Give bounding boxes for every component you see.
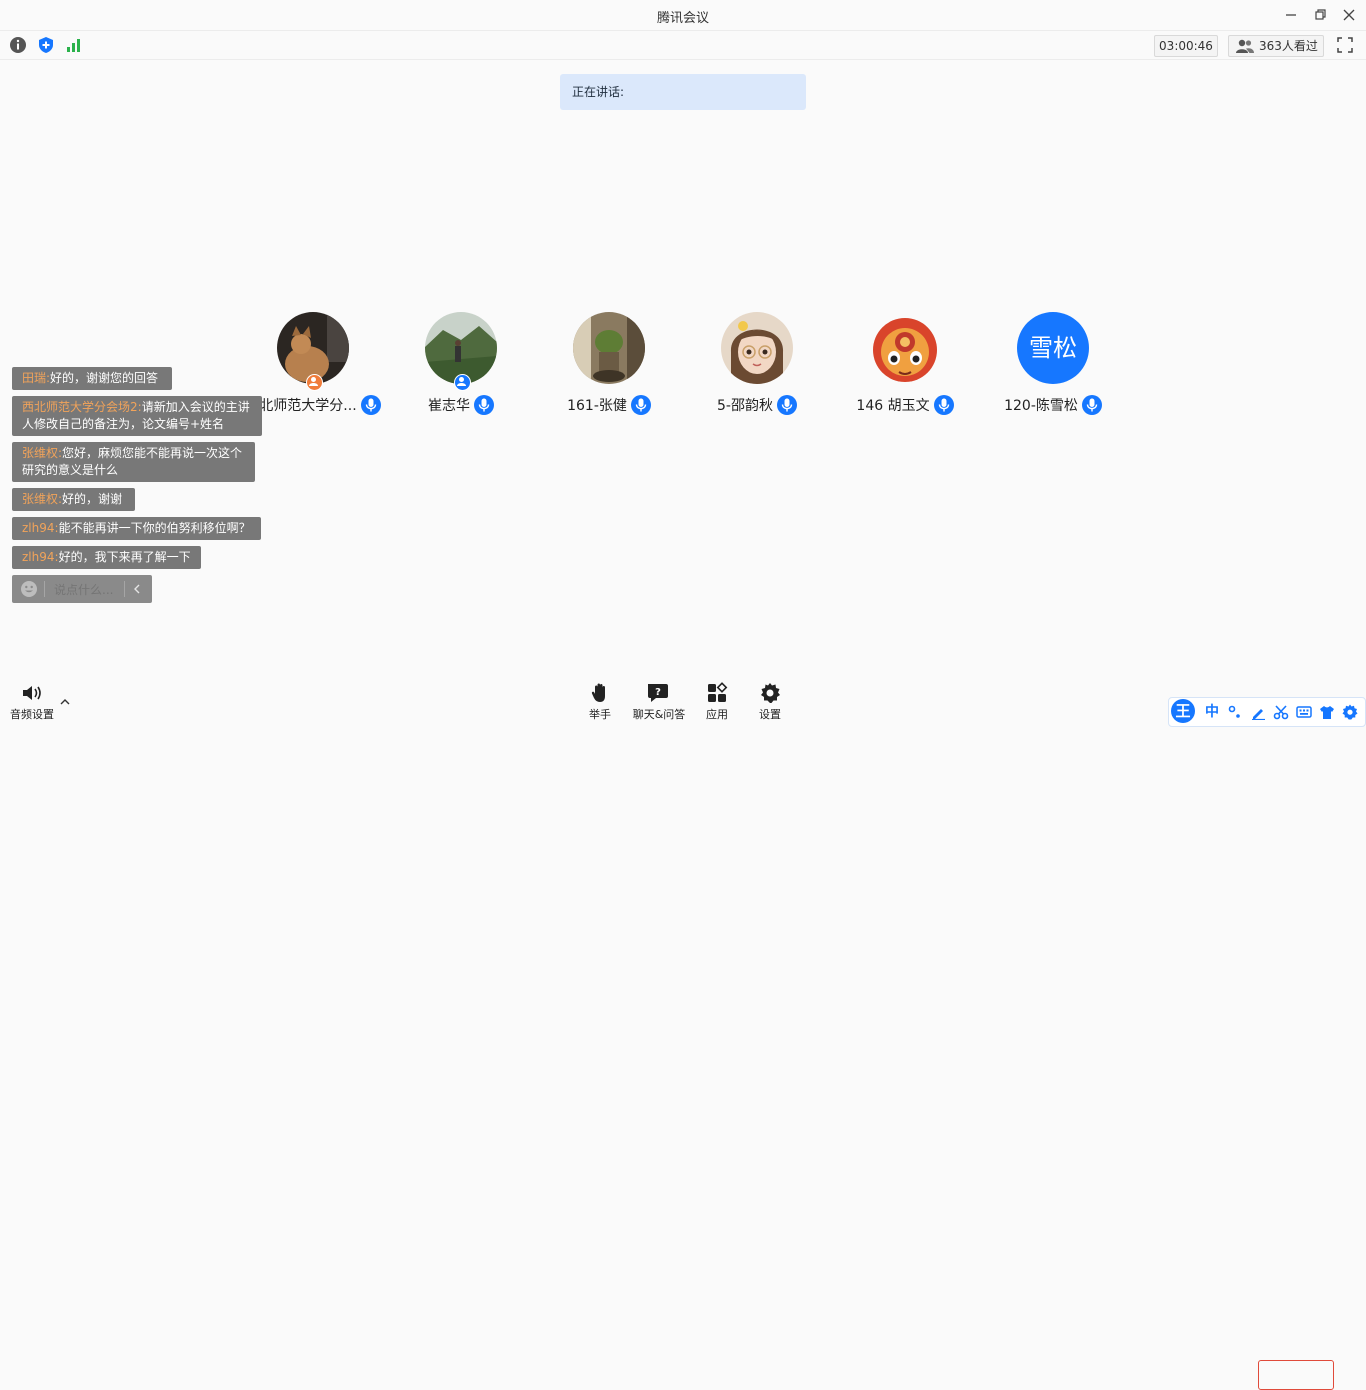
chat-sender: 田瑞:	[22, 371, 51, 385]
restore-icon	[1315, 9, 1326, 20]
settings-label: 设置	[759, 708, 781, 721]
chat-sender: 张维权:	[22, 446, 63, 460]
participant-tile[interactable]: 5-邵韵秋	[682, 312, 832, 422]
chat-text: 好的，谢谢	[62, 492, 123, 506]
handwriting-icon[interactable]	[1250, 704, 1266, 720]
people-icon	[1236, 39, 1254, 53]
bottom-controls: 音频设置 举手 ? 聊天&问答 应用 设置	[0, 676, 1366, 1390]
keyboard-icon[interactable]	[1296, 704, 1312, 720]
participant-tile[interactable]: 161-张健	[534, 312, 684, 422]
emoji-icon	[21, 581, 37, 597]
ime-logo[interactable]: 王	[1171, 699, 1195, 723]
chat-qa-label: 聊天&问答	[632, 708, 686, 721]
fullscreen-icon	[1337, 37, 1353, 53]
chat-text: 能不能再讲一下你的伯努利移位啊？	[58, 521, 251, 535]
title-bar: 腾讯会议	[0, 0, 1366, 31]
participant-name-row: 崔志华	[386, 395, 536, 415]
microphone-icon	[630, 395, 651, 415]
participant-name-row: 120-陈雪松	[978, 395, 1128, 415]
participant-name: 161-张健	[567, 398, 627, 414]
scissors-icon[interactable]	[1273, 704, 1289, 720]
chat-sender: zlh94:	[22, 521, 59, 535]
participant-name: 146 胡玉文	[856, 398, 930, 414]
raise-hand-icon	[591, 683, 605, 702]
participant-tile[interactable]: 146 胡玉文	[830, 312, 980, 422]
minimize-button[interactable]	[1280, 4, 1302, 26]
chat-input[interactable]	[52, 579, 128, 601]
svg-text:?: ?	[655, 687, 661, 698]
host-badge-icon	[306, 374, 323, 391]
meeting-toolbar: 03:00:46 363人看过	[0, 31, 1366, 60]
raise-hand-label: 举手	[589, 708, 611, 721]
active-speaker-label: 正在讲话:	[572, 85, 625, 99]
skin-icon[interactable]	[1319, 704, 1335, 720]
restore-button[interactable]	[1310, 4, 1332, 26]
chat-message: 西北师范大学分会场2:请新加入会议的主讲人修改自己的备注为，论文编号+姓名	[12, 396, 262, 436]
viewer-count: 363人看过	[1259, 39, 1318, 53]
microphone-icon	[933, 395, 954, 415]
avatar	[721, 312, 793, 384]
chat-qa-button[interactable]: ? 聊天&问答	[629, 676, 689, 724]
participant-name: 120-陈雪松	[1004, 398, 1078, 414]
chat-text: 好的，谢谢您的回答	[50, 371, 159, 385]
chat-qa-icon: ?	[648, 684, 668, 702]
chat-sender: zlh94:	[22, 550, 59, 564]
avatar-initials: 雪松	[1017, 312, 1089, 384]
participant-name-row: 5-邵韵秋	[682, 395, 832, 415]
microphone-icon	[360, 395, 381, 415]
ime-settings-icon[interactable]	[1342, 704, 1358, 720]
audio-settings-button[interactable]: 音频设置	[2, 676, 62, 724]
participant-name: 西北师范大学分...	[245, 398, 357, 414]
avatar	[869, 312, 941, 384]
participant-name-row: 146 胡玉文	[830, 395, 980, 415]
avatar	[573, 312, 645, 384]
close-button[interactable]	[1338, 4, 1360, 26]
punctuation-icon[interactable]	[1227, 704, 1243, 720]
divider	[124, 581, 125, 597]
apps-button[interactable]: 应用	[687, 676, 747, 724]
meeting-timer: 03:00:46	[1154, 35, 1218, 57]
viewer-count-button[interactable]: 363人看过	[1228, 35, 1324, 57]
participant-tile[interactable]: 雪松 120-陈雪松	[978, 312, 1128, 422]
raise-hand-button[interactable]: 举手	[570, 676, 630, 724]
participant-name: 崔志华	[428, 398, 470, 414]
settings-button[interactable]: 设置	[740, 676, 800, 724]
microphone-icon	[1081, 395, 1102, 415]
participant-tile[interactable]: 崔志华	[386, 312, 536, 422]
chat-message: zlh94:能不能再讲一下你的伯努利移位啊？	[12, 517, 261, 540]
chat-sender: 西北师范大学分会场2:	[22, 400, 142, 414]
minimize-icon	[1286, 14, 1296, 16]
ime-toolbar: 王 中	[1168, 697, 1366, 727]
microphone-icon	[474, 395, 494, 415]
info-icon[interactable]	[9, 36, 27, 54]
ime-mode-toggle[interactable]: 中	[1204, 704, 1220, 720]
microphone-icon	[776, 395, 797, 415]
signal-strength-icon[interactable]	[65, 36, 83, 54]
divider	[44, 581, 45, 597]
chat-input-bar[interactable]	[12, 575, 152, 603]
window-title: 腾讯会议	[656, 11, 709, 26]
chat-sender: 张维权:	[22, 492, 63, 506]
chat-message: 田瑞:好的，谢谢您的回答	[12, 367, 172, 390]
close-icon	[1343, 9, 1355, 21]
chat-message: zlh94:好的，我下来再了解一下	[12, 546, 201, 569]
chat-text: 好的，我下来再了解一下	[58, 550, 191, 564]
participant-name-row: 161-张健	[534, 395, 684, 415]
end-meeting-button[interactable]	[1258, 1360, 1334, 1390]
gear-icon	[761, 683, 780, 703]
audio-settings-label: 音频设置	[10, 708, 54, 721]
security-shield-icon[interactable]	[37, 36, 55, 54]
audio-options-chevron-icon[interactable]	[58, 694, 72, 708]
chat-message: 张维权:好的，谢谢	[12, 488, 135, 511]
apps-label: 应用	[706, 708, 728, 721]
active-speaker-banner: 正在讲话:	[560, 74, 806, 110]
collapse-chat-icon[interactable]	[131, 583, 143, 595]
cohost-badge-icon	[454, 374, 471, 391]
speaker-icon	[23, 686, 41, 700]
chat-message: 张维权:您好，麻烦您能不能再说一次这个研究的意义是什么	[12, 442, 255, 482]
participant-name: 5-邵韵秋	[717, 398, 773, 414]
apps-icon	[708, 682, 728, 702]
fullscreen-button[interactable]	[1336, 36, 1354, 54]
